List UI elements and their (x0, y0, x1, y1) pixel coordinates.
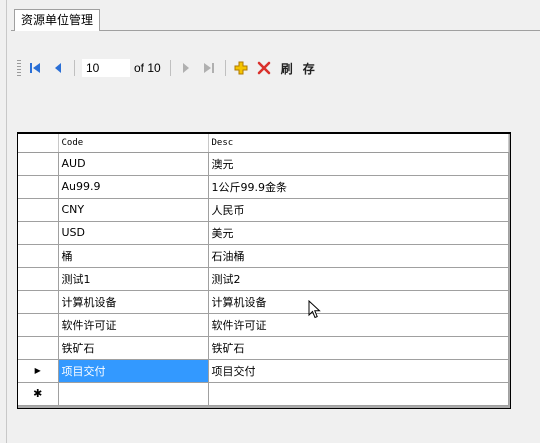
table-row[interactable]: 桶 石油桶 (18, 244, 509, 268)
cell-desc[interactable]: 美元 (208, 221, 509, 245)
row-header[interactable] (18, 244, 59, 268)
refresh-button[interactable]: 刷 (281, 60, 293, 77)
cell-desc[interactable]: 测试2 (208, 267, 509, 291)
delete-button[interactable] (254, 58, 274, 78)
row-header[interactable] (18, 175, 59, 199)
move-last-button[interactable] (199, 58, 219, 78)
cell-desc[interactable]: 1公斤99.9金条 (208, 175, 509, 199)
row-header[interactable] (18, 290, 59, 314)
table-row[interactable]: 软件许可证 软件许可证 (18, 313, 509, 337)
toolbar-grip[interactable] (17, 60, 21, 76)
table-row[interactable]: Au99.9 1公斤99.9金条 (18, 175, 509, 199)
table-row[interactable]: CNY 人民币 (18, 198, 509, 222)
cell-desc[interactable]: 软件许可证 (208, 313, 509, 337)
column-header-desc[interactable]: Desc (208, 134, 509, 153)
cell-code[interactable]: Au99.9 (58, 175, 209, 199)
new-row[interactable]: ✱ (18, 382, 509, 406)
table-row[interactable]: 测试1 测试2 (18, 267, 509, 291)
tab-strip: 资源单位管理 (11, 0, 540, 31)
delete-icon (257, 61, 271, 75)
left-divider (6, 0, 7, 443)
tab-panel: of 10 刷 存 (11, 31, 540, 443)
new-cell-desc[interactable] (208, 382, 509, 406)
data-grid[interactable]: Code Desc AUD 澳元 Au99.9 1公斤99.9金条 CNY 人民… (17, 132, 511, 409)
row-header[interactable] (18, 336, 59, 360)
cell-desc[interactable]: 铁矿石 (208, 336, 509, 360)
cell-code[interactable]: 测试1 (58, 267, 209, 291)
cell-desc[interactable]: 计算机设备 (208, 290, 509, 314)
move-first-icon (30, 63, 40, 73)
cell-code[interactable]: AUD (58, 152, 209, 176)
cell-desc[interactable]: 项目交付 (208, 359, 509, 383)
new-row-indicator[interactable]: ✱ (18, 382, 59, 406)
cell-desc[interactable]: 人民币 (208, 198, 509, 222)
header-row: Code Desc (18, 134, 509, 153)
mouse-pointer-icon (308, 300, 321, 319)
grid-table: Code Desc AUD 澳元 Au99.9 1公斤99.9金条 CNY 人民… (18, 134, 509, 406)
cell-code[interactable]: 计算机设备 (58, 290, 209, 314)
cell-code[interactable]: 桶 (58, 244, 209, 268)
count-label: of 10 (134, 61, 161, 75)
add-new-button[interactable] (231, 58, 251, 78)
cell-code-selected[interactable]: 项目交付 (58, 359, 209, 383)
move-first-button[interactable] (25, 58, 45, 78)
tab-resource-unit-management[interactable]: 资源单位管理 (14, 9, 101, 31)
move-previous-icon (55, 63, 61, 73)
move-previous-button[interactable] (48, 58, 68, 78)
row-header[interactable] (18, 313, 59, 337)
cell-code[interactable]: USD (58, 221, 209, 245)
new-cell-code[interactable] (58, 382, 209, 406)
move-next-icon (182, 63, 189, 73)
row-header[interactable] (18, 152, 59, 176)
corner-header[interactable] (18, 134, 59, 153)
save-button[interactable]: 存 (303, 60, 315, 77)
binding-navigator: of 10 刷 存 (17, 57, 321, 79)
table-row[interactable]: 计算机设备 计算机设备 (18, 290, 509, 314)
cell-desc[interactable]: 澳元 (208, 152, 509, 176)
cell-code[interactable]: 铁矿石 (58, 336, 209, 360)
position-input[interactable] (82, 59, 130, 77)
table-row[interactable]: USD 美元 (18, 221, 509, 245)
cell-code[interactable]: 软件许可证 (58, 313, 209, 337)
add-icon (234, 61, 248, 75)
cell-desc[interactable]: 石油桶 (208, 244, 509, 268)
move-next-button[interactable] (176, 58, 196, 78)
column-header-code[interactable]: Code (58, 134, 209, 153)
cell-code[interactable]: CNY (58, 198, 209, 222)
row-header[interactable] (18, 198, 59, 222)
toolbar-separator (74, 60, 75, 76)
table-row-current[interactable]: ▶ 项目交付 项目交付 (18, 359, 509, 383)
current-row-indicator[interactable]: ▶ (18, 359, 59, 383)
table-row[interactable]: 铁矿石 铁矿石 (18, 336, 509, 360)
row-header[interactable] (18, 221, 59, 245)
move-last-icon (203, 63, 214, 73)
toolbar-separator (169, 60, 171, 76)
table-row[interactable]: AUD 澳元 (18, 152, 509, 176)
row-header[interactable] (18, 267, 59, 291)
toolbar-separator (224, 60, 226, 76)
